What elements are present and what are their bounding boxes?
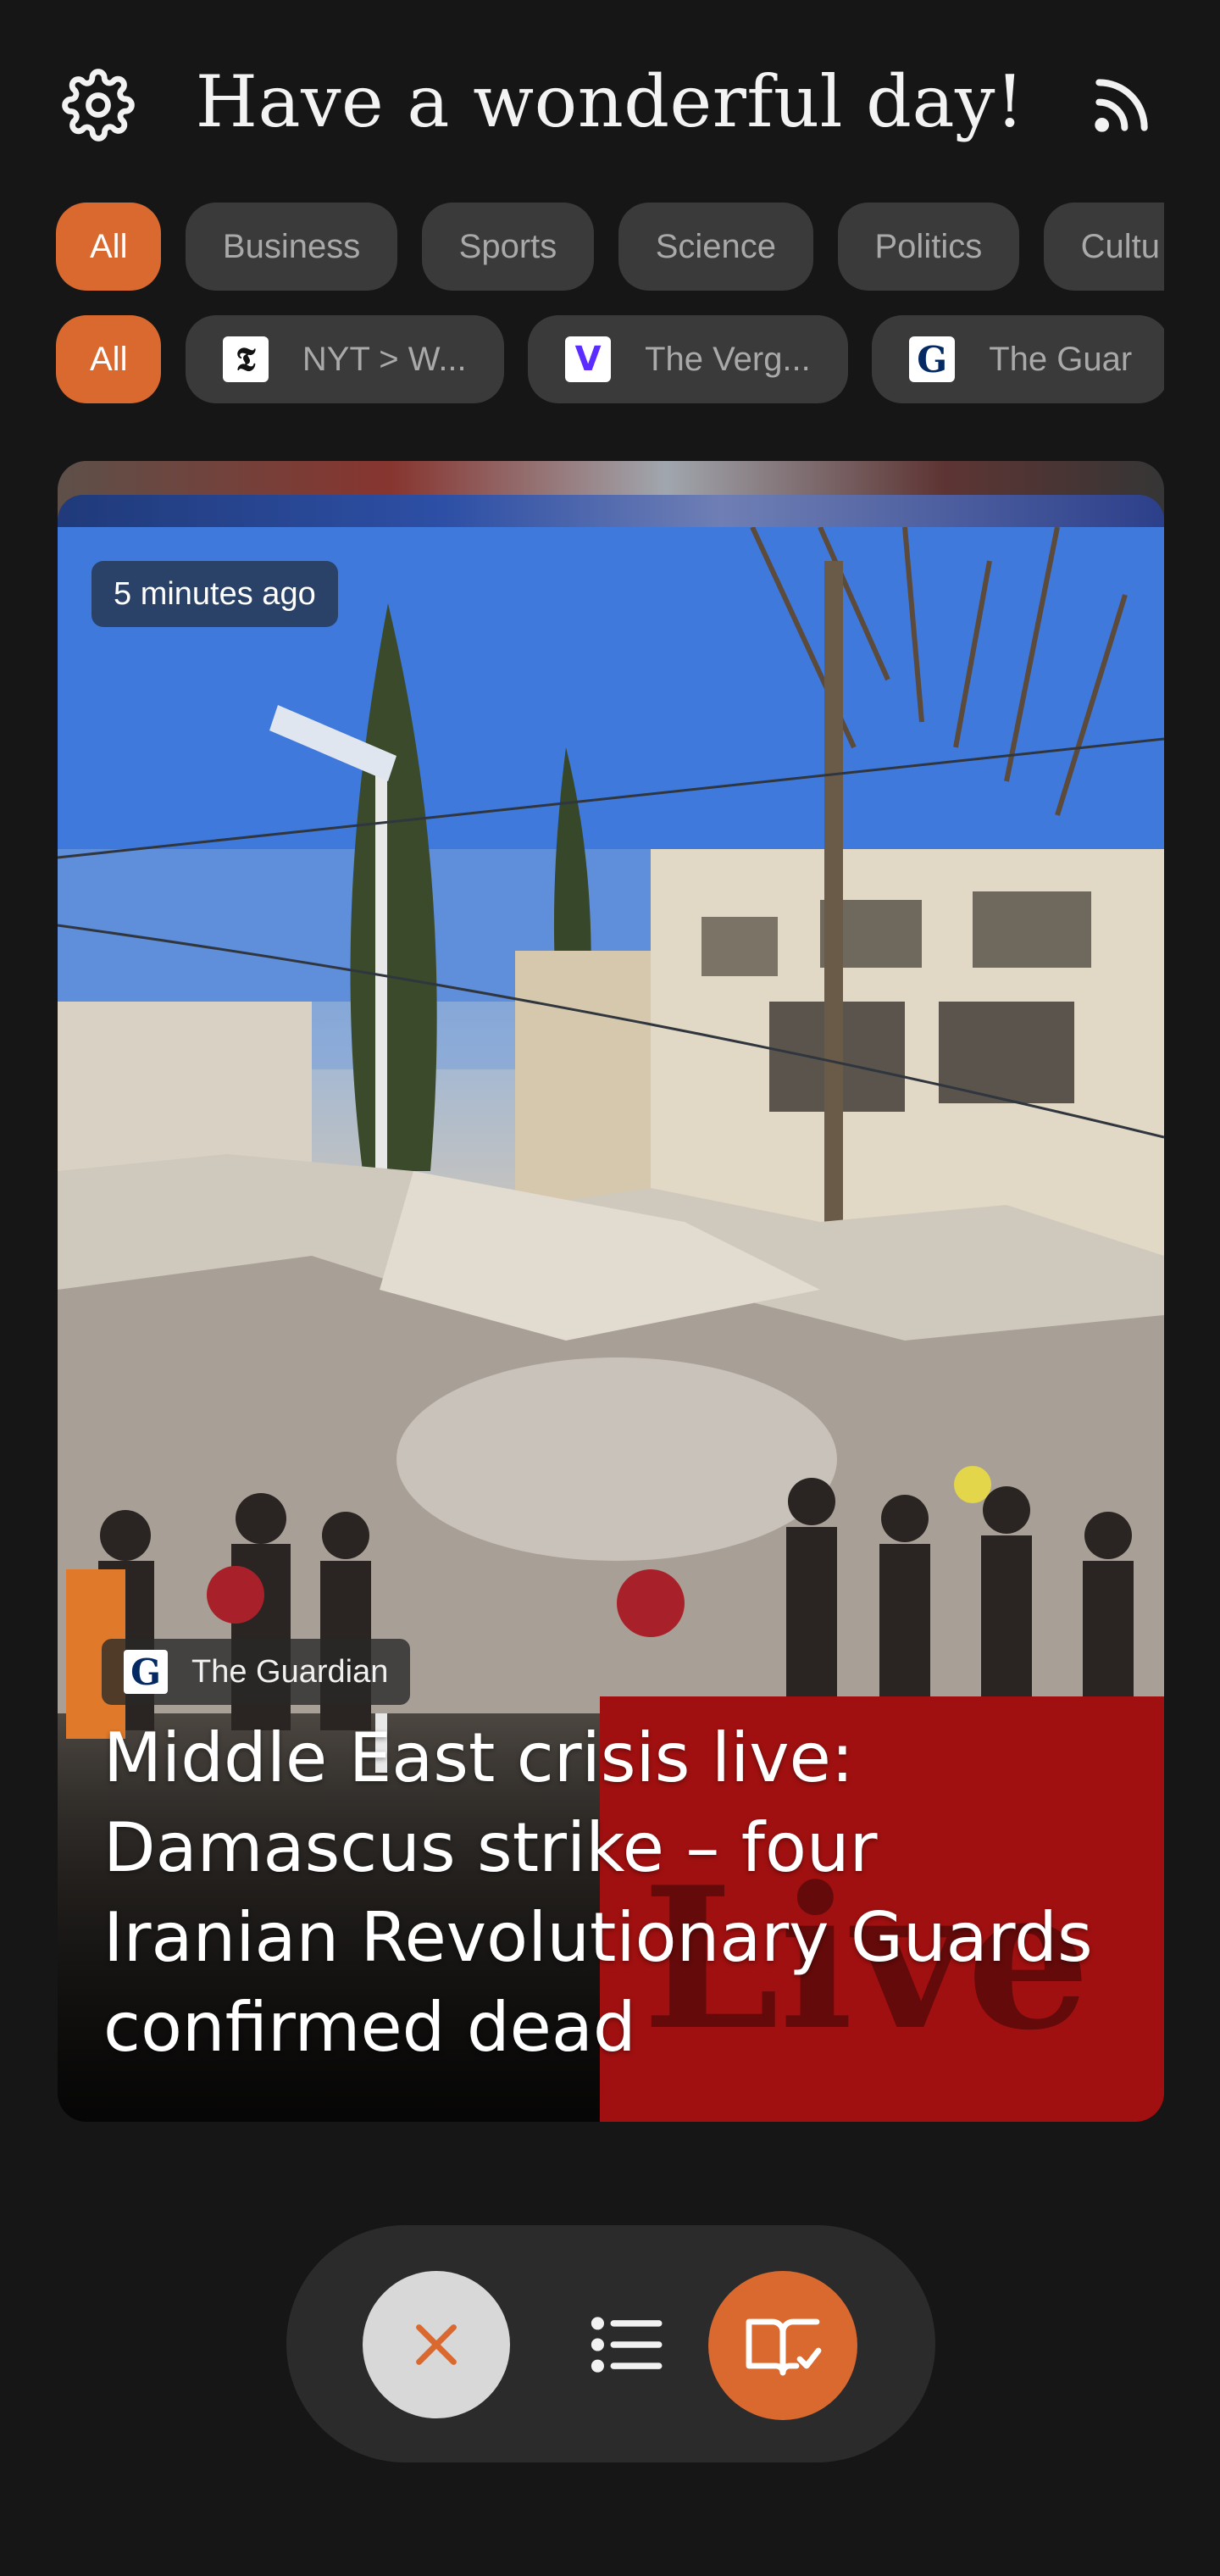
mark-read-button[interactable] [708, 2271, 857, 2420]
chip-label: The Verg... [645, 340, 811, 378]
source-name: The Guardian [191, 1653, 389, 1690]
time-text: 5 minutes ago [114, 575, 316, 612]
time-badge: 5 minutes ago [92, 561, 338, 627]
article-source: G The Guardian [102, 1639, 411, 1705]
book-check-icon [746, 2318, 822, 2376]
category-chip-sports[interactable]: Sports [421, 203, 595, 291]
list-icon [591, 2317, 663, 2373]
category-chip-all[interactable]: All [56, 203, 162, 291]
action-bar [286, 2225, 935, 2462]
chip-label: All [90, 227, 128, 265]
header: Have a wonderful day! [0, 59, 1220, 144]
source-chip-guardian[interactable]: G The Guar [872, 315, 1164, 403]
category-chip-science[interactable]: Science [618, 203, 814, 291]
category-chip-culture[interactable]: Cultu [1043, 203, 1164, 291]
chip-label: Politics [874, 227, 983, 265]
dismiss-button[interactable] [363, 2271, 510, 2418]
source-filter-row: All 𝕿 NYT > W... V The Verg... G The Gua… [56, 315, 1164, 403]
app-root: Have a wonderful day! All Business Sport… [0, 0, 1220, 2576]
article-headline: Middle East crisis live: Damascus strike… [103, 1718, 1093, 2067]
rss-icon [1095, 79, 1148, 132]
guardian-icon: G [124, 1650, 168, 1694]
verge-icon: V [565, 336, 612, 382]
chip-label: The Guar [989, 340, 1133, 378]
category-chip-politics[interactable]: Politics [837, 203, 1020, 291]
category-filter-row: All Business Sports Science Politics Cul… [56, 203, 1164, 291]
list-view-button[interactable] [559, 2271, 695, 2418]
guardian-icon: G [909, 336, 956, 382]
source-chip-nyt[interactable]: 𝕿 NYT > W... [185, 315, 504, 403]
chip-label: NYT > W... [302, 340, 467, 378]
category-chip-business[interactable]: Business [185, 203, 398, 291]
source-chip-verge[interactable]: V The Verg... [528, 315, 848, 403]
rss-button[interactable] [1081, 64, 1162, 146]
chip-label: Science [655, 227, 777, 265]
article-card[interactable]: Live G 5 minutes ago G The Guardian Midd… [58, 527, 1164, 2122]
page-title: Have a wonderful day! [195, 60, 1025, 143]
chip-label: Business [222, 227, 361, 265]
source-chip-all[interactable]: All [56, 315, 162, 403]
nyt-icon: 𝕿 [222, 336, 269, 382]
chip-label: Sports [458, 227, 557, 265]
close-icon [416, 2324, 457, 2365]
chip-label: All [90, 340, 128, 378]
chip-label: Cultu [1080, 227, 1161, 265]
